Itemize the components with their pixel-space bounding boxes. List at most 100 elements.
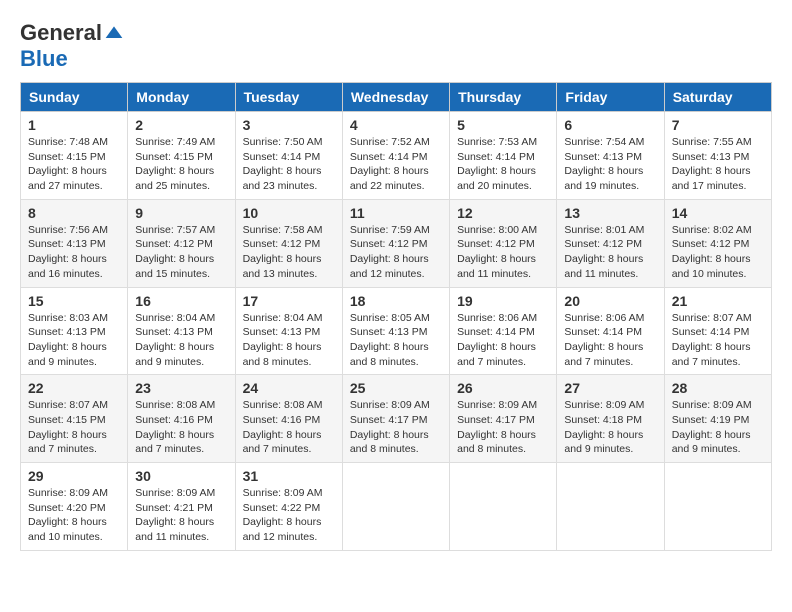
day-info: Sunrise: 8:07 AMSunset: 4:15 PMDaylight:… [28, 399, 108, 455]
calendar-day-header: Saturday [664, 83, 771, 112]
day-info: Sunrise: 7:52 AMSunset: 4:14 PMDaylight:… [350, 136, 430, 192]
calendar-day-header: Thursday [450, 83, 557, 112]
day-info: Sunrise: 8:09 AMSunset: 4:17 PMDaylight:… [350, 399, 430, 455]
day-number: 8 [28, 205, 120, 221]
calendar-cell [450, 463, 557, 551]
day-info: Sunrise: 7:59 AMSunset: 4:12 PMDaylight:… [350, 224, 430, 280]
calendar-day-header: Tuesday [235, 83, 342, 112]
calendar-cell: 8 Sunrise: 7:56 AMSunset: 4:13 PMDayligh… [21, 199, 128, 287]
header: General Blue [20, 20, 772, 72]
day-number: 5 [457, 117, 549, 133]
day-number: 11 [350, 205, 442, 221]
day-info: Sunrise: 7:56 AMSunset: 4:13 PMDaylight:… [28, 224, 108, 280]
calendar-cell: 18 Sunrise: 8:05 AMSunset: 4:13 PMDaylig… [342, 287, 449, 375]
day-number: 26 [457, 380, 549, 396]
calendar-cell [557, 463, 664, 551]
day-info: Sunrise: 8:08 AMSunset: 4:16 PMDaylight:… [135, 399, 215, 455]
day-number: 24 [243, 380, 335, 396]
calendar-week-row: 29 Sunrise: 8:09 AMSunset: 4:20 PMDaylig… [21, 463, 772, 551]
calendar-week-row: 15 Sunrise: 8:03 AMSunset: 4:13 PMDaylig… [21, 287, 772, 375]
day-number: 14 [672, 205, 764, 221]
calendar-cell: 1 Sunrise: 7:48 AMSunset: 4:15 PMDayligh… [21, 112, 128, 200]
calendar-cell: 15 Sunrise: 8:03 AMSunset: 4:13 PMDaylig… [21, 287, 128, 375]
day-number: 7 [672, 117, 764, 133]
calendar-day-header: Wednesday [342, 83, 449, 112]
calendar-cell: 27 Sunrise: 8:09 AMSunset: 4:18 PMDaylig… [557, 375, 664, 463]
day-number: 23 [135, 380, 227, 396]
day-number: 20 [564, 293, 656, 309]
day-info: Sunrise: 7:57 AMSunset: 4:12 PMDaylight:… [135, 224, 215, 280]
day-number: 21 [672, 293, 764, 309]
day-info: Sunrise: 7:50 AMSunset: 4:14 PMDaylight:… [243, 136, 323, 192]
calendar-cell: 23 Sunrise: 8:08 AMSunset: 4:16 PMDaylig… [128, 375, 235, 463]
calendar-cell: 11 Sunrise: 7:59 AMSunset: 4:12 PMDaylig… [342, 199, 449, 287]
calendar-day-header: Monday [128, 83, 235, 112]
day-number: 27 [564, 380, 656, 396]
day-info: Sunrise: 8:05 AMSunset: 4:13 PMDaylight:… [350, 312, 430, 368]
day-number: 3 [243, 117, 335, 133]
day-number: 22 [28, 380, 120, 396]
day-number: 31 [243, 468, 335, 484]
logo-icon [104, 23, 124, 43]
day-info: Sunrise: 7:49 AMSunset: 4:15 PMDaylight:… [135, 136, 215, 192]
day-info: Sunrise: 7:53 AMSunset: 4:14 PMDaylight:… [457, 136, 537, 192]
calendar-cell: 4 Sunrise: 7:52 AMSunset: 4:14 PMDayligh… [342, 112, 449, 200]
day-info: Sunrise: 8:09 AMSunset: 4:17 PMDaylight:… [457, 399, 537, 455]
calendar-day-header: Sunday [21, 83, 128, 112]
day-info: Sunrise: 7:48 AMSunset: 4:15 PMDaylight:… [28, 136, 108, 192]
calendar-cell: 25 Sunrise: 8:09 AMSunset: 4:17 PMDaylig… [342, 375, 449, 463]
day-number: 15 [28, 293, 120, 309]
calendar-body: 1 Sunrise: 7:48 AMSunset: 4:15 PMDayligh… [21, 112, 772, 551]
day-info: Sunrise: 8:06 AMSunset: 4:14 PMDaylight:… [457, 312, 537, 368]
calendar-cell: 17 Sunrise: 8:04 AMSunset: 4:13 PMDaylig… [235, 287, 342, 375]
calendar-cell: 6 Sunrise: 7:54 AMSunset: 4:13 PMDayligh… [557, 112, 664, 200]
calendar-cell: 21 Sunrise: 8:07 AMSunset: 4:14 PMDaylig… [664, 287, 771, 375]
calendar-header-row: SundayMondayTuesdayWednesdayThursdayFrid… [21, 83, 772, 112]
calendar-table: SundayMondayTuesdayWednesdayThursdayFrid… [20, 82, 772, 551]
day-info: Sunrise: 8:09 AMSunset: 4:20 PMDaylight:… [28, 487, 108, 543]
calendar-cell: 14 Sunrise: 8:02 AMSunset: 4:12 PMDaylig… [664, 199, 771, 287]
calendar-cell: 13 Sunrise: 8:01 AMSunset: 4:12 PMDaylig… [557, 199, 664, 287]
calendar-cell: 24 Sunrise: 8:08 AMSunset: 4:16 PMDaylig… [235, 375, 342, 463]
calendar-cell: 26 Sunrise: 8:09 AMSunset: 4:17 PMDaylig… [450, 375, 557, 463]
day-info: Sunrise: 8:06 AMSunset: 4:14 PMDaylight:… [564, 312, 644, 368]
day-info: Sunrise: 7:58 AMSunset: 4:12 PMDaylight:… [243, 224, 323, 280]
logo: General Blue [20, 20, 124, 72]
logo-blue-text: Blue [20, 46, 68, 72]
day-number: 6 [564, 117, 656, 133]
calendar-cell: 2 Sunrise: 7:49 AMSunset: 4:15 PMDayligh… [128, 112, 235, 200]
calendar-cell: 9 Sunrise: 7:57 AMSunset: 4:12 PMDayligh… [128, 199, 235, 287]
calendar-week-row: 1 Sunrise: 7:48 AMSunset: 4:15 PMDayligh… [21, 112, 772, 200]
calendar-week-row: 8 Sunrise: 7:56 AMSunset: 4:13 PMDayligh… [21, 199, 772, 287]
day-info: Sunrise: 8:08 AMSunset: 4:16 PMDaylight:… [243, 399, 323, 455]
day-info: Sunrise: 8:03 AMSunset: 4:13 PMDaylight:… [28, 312, 108, 368]
day-info: Sunrise: 8:04 AMSunset: 4:13 PMDaylight:… [135, 312, 215, 368]
logo-general-text: General [20, 20, 102, 46]
day-number: 12 [457, 205, 549, 221]
calendar-cell: 3 Sunrise: 7:50 AMSunset: 4:14 PMDayligh… [235, 112, 342, 200]
day-info: Sunrise: 8:01 AMSunset: 4:12 PMDaylight:… [564, 224, 644, 280]
day-info: Sunrise: 8:09 AMSunset: 4:21 PMDaylight:… [135, 487, 215, 543]
day-info: Sunrise: 8:09 AMSunset: 4:19 PMDaylight:… [672, 399, 752, 455]
day-number: 9 [135, 205, 227, 221]
day-info: Sunrise: 8:02 AMSunset: 4:12 PMDaylight:… [672, 224, 752, 280]
day-number: 1 [28, 117, 120, 133]
day-number: 10 [243, 205, 335, 221]
day-info: Sunrise: 8:04 AMSunset: 4:13 PMDaylight:… [243, 312, 323, 368]
calendar-cell: 7 Sunrise: 7:55 AMSunset: 4:13 PMDayligh… [664, 112, 771, 200]
day-number: 19 [457, 293, 549, 309]
calendar-cell: 30 Sunrise: 8:09 AMSunset: 4:21 PMDaylig… [128, 463, 235, 551]
calendar-cell [342, 463, 449, 551]
day-number: 30 [135, 468, 227, 484]
calendar-cell: 20 Sunrise: 8:06 AMSunset: 4:14 PMDaylig… [557, 287, 664, 375]
calendar-cell: 28 Sunrise: 8:09 AMSunset: 4:19 PMDaylig… [664, 375, 771, 463]
day-number: 4 [350, 117, 442, 133]
day-number: 29 [28, 468, 120, 484]
calendar-cell: 12 Sunrise: 8:00 AMSunset: 4:12 PMDaylig… [450, 199, 557, 287]
day-info: Sunrise: 7:55 AMSunset: 4:13 PMDaylight:… [672, 136, 752, 192]
day-info: Sunrise: 8:00 AMSunset: 4:12 PMDaylight:… [457, 224, 537, 280]
day-info: Sunrise: 8:09 AMSunset: 4:18 PMDaylight:… [564, 399, 644, 455]
calendar-cell [664, 463, 771, 551]
day-number: 2 [135, 117, 227, 133]
day-number: 18 [350, 293, 442, 309]
